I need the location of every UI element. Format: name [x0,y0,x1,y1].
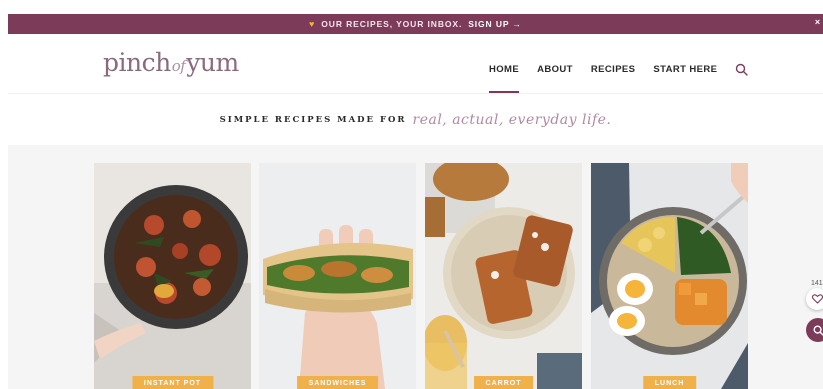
tagline: SIMPLE RECIPES MADE FOR real, actual, ev… [8,95,823,145]
nav-home[interactable]: HOME [489,64,520,93]
heart-icon: ♥ [309,19,316,29]
carrot-cake-photo [425,163,582,389]
card-badge: CARROT [473,376,534,389]
sandwich-photo [259,163,416,389]
main-nav: HOME ABOUT RECIPES START HERE [489,63,749,93]
category-card-lunch[interactable]: LUNCH [591,163,748,389]
nav-recipes[interactable]: RECIPES [591,64,636,79]
site-logo[interactable]: pinchofyum [103,48,239,77]
tagline-static-text: SIMPLE RECIPES MADE FOR [219,115,407,125]
card-badge: SANDWICHES [296,376,379,389]
close-icon[interactable]: × [815,17,821,27]
site-header: pinchofyum HOME ABOUT RECIPES START HERE [8,34,823,94]
search-fab-button[interactable] [806,318,823,342]
search-icon[interactable] [735,63,749,77]
sign-up-link[interactable]: SIGN UP → [468,19,522,29]
logo-text-yum: yum [186,48,239,77]
heart-outline-icon [811,294,823,304]
promo-bar[interactable]: ♥ OUR RECIPES, YOUR INBOX. SIGN UP → × [8,14,823,34]
save-heart-button[interactable] [806,288,823,310]
card-badge: INSTANT POT [131,376,214,389]
logo-text-of: of [171,57,186,75]
category-card-sandwiches[interactable]: SANDWICHES [259,163,416,389]
save-count: 141 [811,280,823,287]
instant-pot-photo [94,163,251,389]
category-card-carrot[interactable]: CARROT [425,163,582,389]
lunch-bowl-photo [591,163,748,389]
promo-text: OUR RECIPES, YOUR INBOX. [321,19,463,29]
category-card-instant-pot[interactable]: INSTANT POT [94,163,251,389]
card-badge: LUNCH [642,376,697,389]
tagline-script-text: real, actual, everyday life. [412,112,612,128]
search-icon [812,324,823,336]
logo-text-pinch: pinch [103,48,171,77]
nav-about[interactable]: ABOUT [537,64,573,79]
content-area: INSTANT POT SANDWICHES CARROT LUNCH [8,145,823,389]
nav-start-here[interactable]: START HERE [653,64,717,79]
browser-viewport: ♥ OUR RECIPES, YOUR INBOX. SIGN UP → × p… [0,0,823,389]
